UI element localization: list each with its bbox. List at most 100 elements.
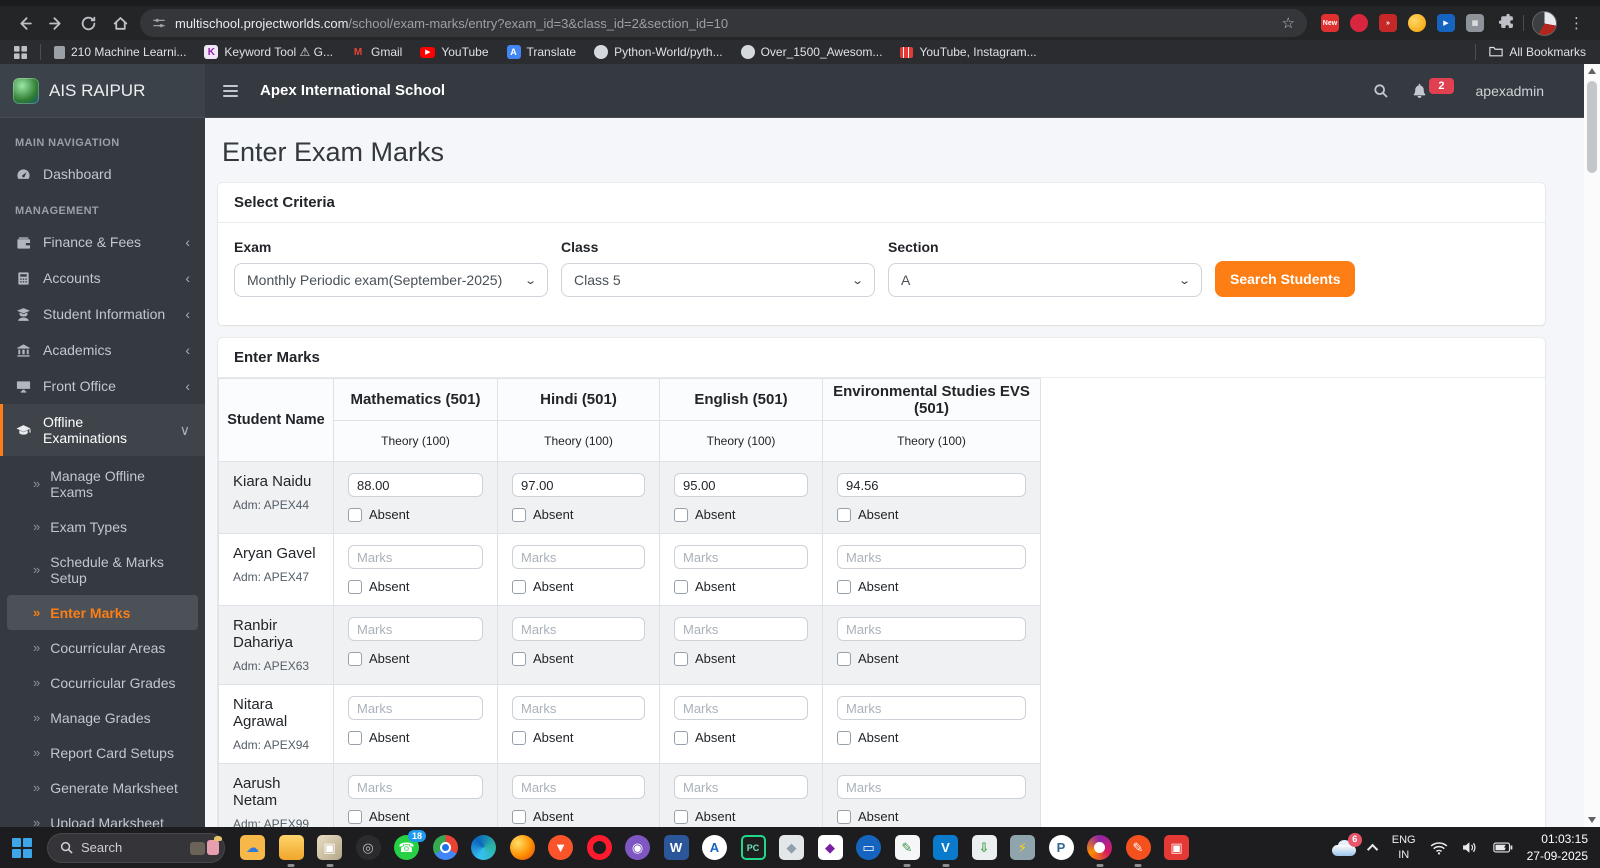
photos-icon[interactable]: ▣ [317,835,342,867]
marks-input[interactable] [348,617,483,641]
notes-report-icon[interactable]: ✎ [894,835,920,867]
marks-input[interactable] [512,696,645,720]
absent-toggle[interactable]: Absent [348,730,483,745]
forward-icon[interactable] [44,11,68,35]
marks-input[interactable] [512,775,645,799]
back-icon[interactable] [12,11,36,35]
marks-input[interactable] [348,696,483,720]
edge-icon[interactable] [471,835,496,860]
absent-toggle[interactable]: Absent [837,730,1026,745]
reload-icon[interactable] [76,11,100,35]
absent-checkbox[interactable] [512,809,526,824]
marks-input[interactable] [837,696,1026,720]
absent-checkbox[interactable] [348,507,362,522]
absent-toggle[interactable]: Absent [674,809,808,824]
battery-icon[interactable] [1492,842,1513,853]
lock-transfer-icon[interactable]: ⇩ [971,835,997,860]
pycharm-icon[interactable]: PC [740,835,766,860]
remote-desktop-icon[interactable]: ▭ [856,835,881,860]
scroll-up-arrow-icon[interactable] [1588,68,1596,74]
tor-browser-icon[interactable]: ◉ [625,835,650,860]
absent-checkbox[interactable] [674,507,688,522]
submenu-item-exam-types[interactable]: » Exam Types [0,509,205,544]
blue-square-extension-icon[interactable]: ▶ [1437,14,1455,32]
word-icon[interactable]: W [663,835,689,860]
chrome-icon[interactable] [432,835,458,860]
personal-folder-icon[interactable]: ☁ [240,835,265,860]
vscode-icon[interactable]: V [933,835,958,867]
submenu-item-generate-marksheet[interactable]: » Generate Marksheet [0,770,205,805]
firefox-icon[interactable] [509,835,535,860]
marks-input[interactable] [674,545,808,569]
absent-toggle[interactable]: Absent [837,579,1026,594]
address-bar[interactable]: multischool.projectworlds.com/school/exa… [140,9,1307,37]
whatsapp-icon[interactable]: ☎ 18 [394,830,426,860]
bookmark-youtube[interactable]: ▶ YouTube [420,45,489,59]
browser-menu-kebab-icon[interactable]: ⋮ [1565,14,1588,32]
submenu-item-manage-grades[interactable]: » Manage Grades [0,700,205,735]
submenu-item-cocurricular-grades[interactable]: » Cocurricular Grades [0,665,205,700]
bookmark-star-icon[interactable]: ☆ [1282,14,1295,32]
submenu-item-manage-offline-exams[interactable]: » Manage Offline Exams [0,458,205,509]
absent-toggle[interactable]: Absent [837,507,1026,522]
absent-checkbox[interactable] [837,651,851,666]
absent-toggle[interactable]: Absent [348,651,483,666]
absent-toggle[interactable]: Absent [512,579,645,594]
absent-toggle[interactable]: Absent [512,507,645,522]
sidebar-item-academics[interactable]: Academics ‹ [0,332,205,368]
absent-checkbox[interactable] [674,730,688,745]
absent-checkbox[interactable] [674,651,688,666]
file-explorer-icon[interactable] [278,835,304,867]
sidebar-item-student-information[interactable]: Student Information ‹ [0,296,205,332]
user-menu[interactable]: apexadmin [1476,83,1545,99]
marks-input[interactable] [674,473,808,497]
opera-icon[interactable] [586,835,612,860]
submenu-item-enter-marks[interactable]: » Enter Marks [7,595,198,630]
exam-select[interactable]: Monthly Periodic exam(September-2025) ⌄ [234,263,548,297]
marks-input[interactable] [348,473,483,497]
submenu-item-upload-marksheet[interactable]: » Upload Marksheet [0,805,205,828]
hamburger-menu-icon[interactable] [221,82,240,100]
color-cube-icon[interactable]: ◆ [817,835,843,860]
grey-cube-icon[interactable]: ◆ [779,835,804,860]
absent-checkbox[interactable] [348,809,362,824]
scroll-down-arrow-icon[interactable] [1588,817,1596,823]
marks-input[interactable] [837,617,1026,641]
extensions-puzzle-icon[interactable] [1498,12,1515,34]
sidebar-item-front-office[interactable]: Front Office ‹ [0,368,205,404]
absent-toggle[interactable]: Absent [348,507,483,522]
marks-input[interactable] [512,473,645,497]
a-star-app-icon[interactable]: A [702,835,727,860]
search-icon[interactable] [1373,83,1389,99]
postgresql-icon[interactable]: P [1048,835,1074,860]
marks-input[interactable] [837,545,1026,569]
scrollbar-thumb[interactable] [1587,81,1597,173]
wifi-icon[interactable] [1430,841,1448,855]
bookmark-translate[interactable]: A Translate [506,45,576,59]
bookmark-gmail[interactable]: M Gmail [351,45,403,59]
sidebar-item-finance-fees[interactable]: Finance & Fees ‹ [0,224,205,260]
bookmark-youtube-instagram[interactable]: YouTube, Instagram... [900,45,1037,59]
sidebar-brand[interactable]: AIS RAIPUR [0,64,205,118]
class-select[interactable]: Class 5 ⌄ [561,263,875,297]
absent-checkbox[interactable] [348,651,362,666]
absent-checkbox[interactable] [837,730,851,745]
red-window-app-icon[interactable]: ▣ [1164,835,1189,860]
all-bookmarks-button[interactable]: All Bookmarks [1489,45,1586,60]
profile-avatar[interactable] [1532,10,1557,36]
search-students-button[interactable]: Search Students [1215,261,1356,297]
home-icon[interactable] [108,11,132,35]
marks-input[interactable] [512,617,645,641]
sidebar-item-accounts[interactable]: Accounts ‹ [0,260,205,296]
absent-toggle[interactable]: Absent [674,507,808,522]
absent-checkbox[interactable] [837,507,851,522]
absent-checkbox[interactable] [348,579,362,594]
submenu-item-report-card-setups[interactable]: » Report Card Setups [0,735,205,770]
submenu-item-cocurricular-areas[interactable]: » Cocurricular Areas [0,630,205,665]
bookmark-210-machine-learning[interactable]: 210 Machine Learni... [54,45,186,59]
absent-checkbox[interactable] [348,730,362,745]
pen-marker-icon[interactable]: ✎ [1125,835,1151,867]
absent-checkbox[interactable] [512,507,526,522]
language-indicator[interactable]: ENG IN [1392,833,1416,862]
apps-grid-icon[interactable] [14,45,27,59]
